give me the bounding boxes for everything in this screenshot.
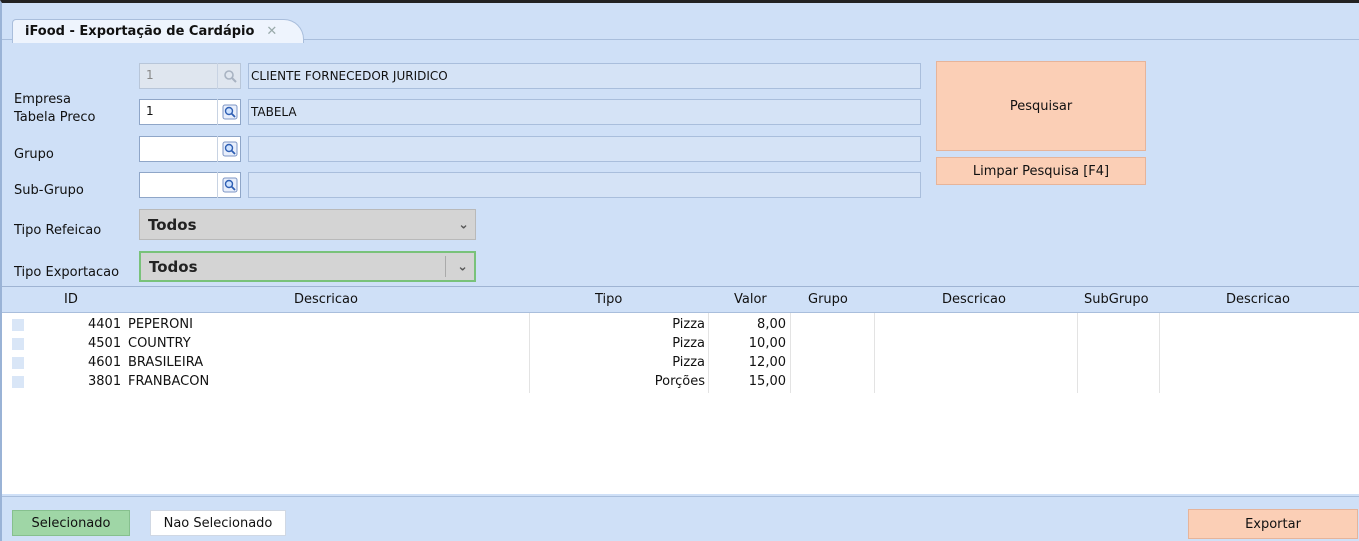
tabela-preco-label: Tabela Preco — [14, 110, 96, 125]
table-row[interactable]: 3801 FRANBACON Porções 15,00 — [2, 372, 1359, 392]
tipo-exportacao-value: Todos — [149, 257, 198, 276]
grid-header: ID Descricao Tipo Valor Grupo Descricao … — [2, 287, 1359, 313]
tab-title: iFood - Exportação de Cardápio — [25, 24, 255, 39]
table-row[interactable]: 4501 COUNTRY Pizza 10,00 — [2, 334, 1359, 354]
row-valor: 15,00 — [748, 374, 786, 389]
tab-bar: iFood - Exportação de Cardápio ✕ — [2, 6, 1359, 43]
limpar-pesquisa-button[interactable]: Limpar Pesquisa [F4] — [936, 157, 1146, 185]
column-header-descricao[interactable]: Descricao — [294, 292, 358, 307]
exportar-button[interactable]: Exportar — [1188, 509, 1358, 539]
row-indicator — [12, 319, 24, 331]
tipo-refeicao-value: Todos — [148, 215, 197, 234]
sub-grupo-search-icon[interactable] — [217, 172, 241, 198]
table-row[interactable]: 4401 PEPERONI Pizza 8,00 — [2, 315, 1359, 335]
row-tipo: Pizza — [672, 317, 705, 332]
row-indicator — [12, 376, 24, 388]
row-id: 4601 — [88, 355, 122, 370]
row-valor: 12,00 — [748, 355, 786, 370]
legend-nao-selecionado: Nao Selecionado — [150, 510, 286, 536]
row-descricao: PEPERONI — [128, 317, 193, 332]
row-tipo: Pizza — [672, 355, 705, 370]
row-descricao: BRASILEIRA — [128, 355, 204, 370]
empresa-description-field: CLIENTE FORNECEDOR JURIDICO — [248, 63, 921, 89]
table-row[interactable]: 4601 BRASILEIRA Pizza 12,00 — [2, 353, 1359, 373]
chevron-down-icon: ⌄ — [457, 259, 468, 274]
column-header-id[interactable]: ID — [64, 292, 78, 307]
row-descricao: FRANBACON — [128, 374, 210, 389]
tabela-preco-description-field: TABELA — [248, 99, 921, 125]
row-tipo: Porções — [654, 374, 705, 389]
sub-grupo-label: Sub-Grupo — [14, 183, 84, 198]
grupo-label: Grupo — [14, 147, 54, 162]
grupo-search-icon[interactable] — [217, 136, 241, 162]
row-valor: 10,00 — [748, 336, 786, 351]
legend-selecionado: Selecionado — [12, 510, 130, 536]
row-descricao: COUNTRY — [128, 336, 191, 351]
column-header-subgrupo-descricao[interactable]: Descricao — [1226, 292, 1290, 307]
tipo-exportacao-select[interactable]: Todos ⌄ — [139, 251, 476, 282]
sub-grupo-description-field — [248, 172, 921, 198]
empresa-label: Empresa — [14, 92, 71, 107]
tabela-preco-search-icon[interactable] — [217, 99, 241, 125]
row-id: 3801 — [88, 374, 122, 389]
column-header-valor[interactable]: Valor — [734, 292, 767, 307]
row-valor: 8,00 — [757, 317, 786, 332]
column-header-subgrupo[interactable]: SubGrupo — [1084, 292, 1149, 307]
tipo-refeicao-select[interactable]: Todos ⌄ — [139, 209, 476, 240]
close-icon[interactable]: ✕ — [266, 24, 277, 39]
column-header-tipo[interactable]: Tipo — [595, 292, 622, 307]
row-indicator — [12, 357, 24, 369]
footer-bar: Selecionado Nao Selecionado Exportar — [2, 496, 1359, 541]
row-id: 4501 — [88, 336, 122, 351]
tipo-exportacao-label: Tipo Exportacao — [14, 265, 120, 280]
tipo-refeicao-label: Tipo Refeicao — [14, 223, 102, 238]
chevron-down-icon: ⌄ — [458, 217, 469, 232]
grupo-description-field — [248, 136, 921, 162]
row-indicator — [12, 338, 24, 350]
pesquisar-button[interactable]: Pesquisar — [936, 61, 1146, 151]
tab-ifood-exportacao[interactable]: iFood - Exportação de Cardápio ✕ — [12, 19, 304, 43]
empresa-search-icon — [217, 63, 241, 89]
column-header-grupo[interactable]: Grupo — [808, 292, 848, 307]
results-grid: ID Descricao Tipo Valor Grupo Descricao … — [2, 286, 1359, 494]
row-id: 4401 — [88, 317, 122, 332]
row-tipo: Pizza — [672, 336, 705, 351]
select-divider — [445, 256, 446, 277]
column-header-grupo-descricao[interactable]: Descricao — [942, 292, 1006, 307]
